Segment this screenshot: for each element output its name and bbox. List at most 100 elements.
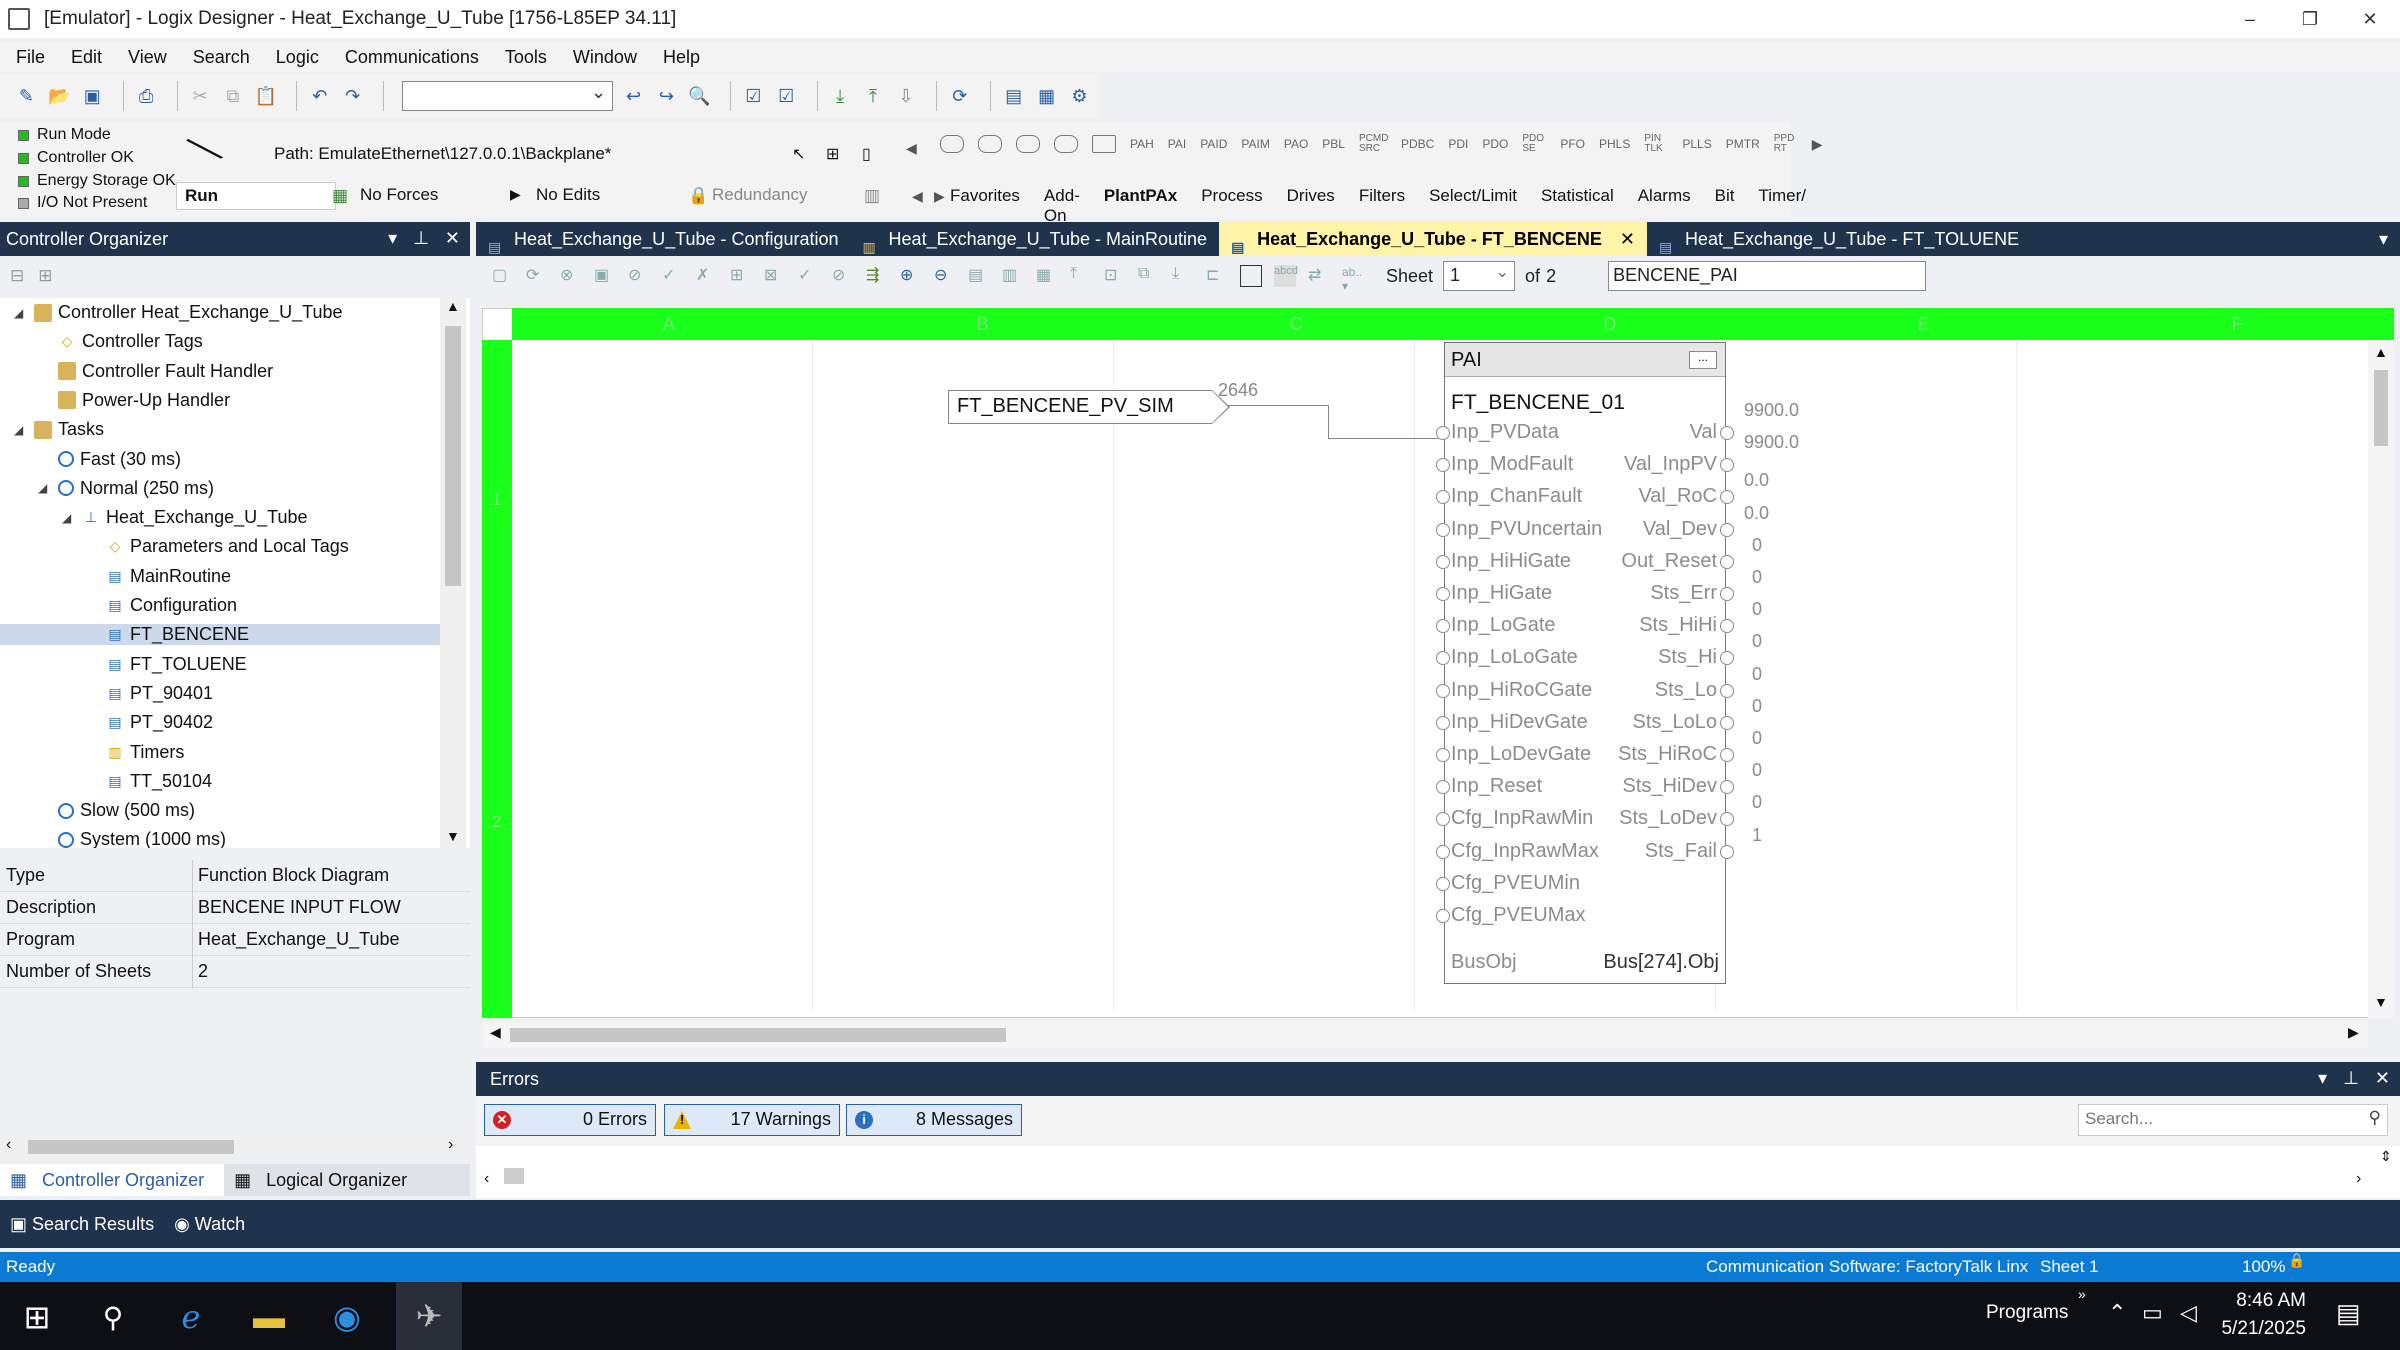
minimize-button[interactable]: – [2220, 0, 2280, 38]
tree-item[interactable]: ◇ Parameters and Local Tags [0, 536, 440, 557]
instr-pdo[interactable]: PDO [1482, 137, 1508, 151]
tree-item[interactable]: ▤ MainRoutine [0, 566, 440, 587]
fbd-tool-icon[interactable]: ⤓ [1172, 265, 1194, 287]
output-pin-label[interactable]: Sts_HiHi [1639, 614, 1717, 637]
tree-item[interactable]: Fast (30 ms) [0, 449, 440, 470]
output-pin-connector[interactable] [1720, 554, 1734, 569]
verify-routine-icon[interactable]: ☑ [741, 83, 766, 109]
search-icon[interactable]: ⚲ [2369, 1108, 2381, 1128]
dropdown-icon[interactable]: ▾ [388, 228, 397, 249]
fbd-tool-icon[interactable]: ▤ [968, 265, 990, 287]
download-icon[interactable]: ⤓ [828, 83, 853, 109]
collapse-icon[interactable]: ◢ [14, 306, 28, 320]
tab-drives[interactable]: Drives [1287, 186, 1335, 226]
errors-list[interactable]: ‹ › ⇕ [476, 1146, 2400, 1198]
menu-tools[interactable]: Tools [505, 47, 547, 68]
input-pin-label[interactable]: Inp_Reset [1451, 775, 1542, 798]
tree-item[interactable]: ▥ Timers [0, 742, 440, 763]
instr-pmtr[interactable]: PMTR [1726, 137, 1760, 151]
instr-pdi[interactable]: PDI [1448, 137, 1468, 151]
tree-item[interactable]: ▤ PT_90401 [0, 683, 440, 704]
editor-vertical-scrollbar[interactable]: ▲ ▼ [2368, 342, 2394, 1018]
network-icon[interactable]: ▭ [2142, 1300, 2163, 1326]
network-icon[interactable]: ⊞ [826, 144, 839, 164]
windows-start-icon[interactable]: ⊞ [12, 1292, 62, 1342]
errors-search-input[interactable]: Search... ⚲ [2078, 1104, 2388, 1136]
sheet-name-field[interactable]: BENCENE_PAI [1608, 261, 1927, 291]
tab-logical-organizer[interactable]: ▦ Logical Organizer [224, 1170, 427, 1191]
input-pin-connector[interactable] [1436, 876, 1450, 891]
fbd-tool-icon[interactable]: ⊡ [1104, 265, 1126, 287]
pin-icon[interactable]: ⊥ [2343, 1068, 2359, 1089]
input-pin-label[interactable]: Inp_HiHiGate [1451, 550, 1571, 573]
fbd-tool-icon[interactable]: ⊞ [730, 265, 752, 287]
input-pin-connector[interactable] [1436, 715, 1450, 730]
fbd-tool-icon[interactable]: ✗ [696, 265, 718, 287]
fbd-tool-icon[interactable]: ab.. ▾ [1342, 265, 1364, 293]
instr-plls[interactable]: PLLS [1682, 137, 1711, 151]
collapse-all-icon[interactable]: ⊟ [10, 266, 24, 286]
copy-icon[interactable]: ⧉ [221, 83, 246, 109]
tab-alarms[interactable]: Alarms [1638, 186, 1691, 226]
input-pin-connector[interactable] [1436, 683, 1450, 698]
find-prev-icon[interactable]: ↩ [621, 83, 646, 109]
scroll-thumb[interactable] [445, 326, 461, 586]
new-project-icon[interactable]: ✎ [14, 83, 39, 109]
controller-props-icon[interactable]: ▦ [1034, 83, 1059, 109]
instr-pai[interactable]: PAI [1168, 137, 1186, 151]
input-pin-connector[interactable] [1436, 426, 1450, 440]
input-pin-label[interactable]: Cfg_PVEUMax [1451, 904, 1586, 927]
tree-item[interactable]: ◢ ⊥ Heat_Exchange_U_Tube [0, 507, 440, 528]
menu-logic[interactable]: Logic [276, 47, 319, 68]
clock-date[interactable]: 5/21/2025 [2210, 1318, 2306, 1340]
tabs-right-icon[interactable]: ▶ [934, 188, 945, 205]
menu-edit[interactable]: Edit [71, 47, 102, 68]
fbd-tool-icon[interactable]: ⊏ [1206, 265, 1228, 287]
save-icon[interactable]: ▣ [80, 83, 105, 109]
tree-item[interactable]: ◢ Tasks [0, 419, 440, 440]
tabs-dropdown-icon[interactable]: ▾ [2379, 229, 2388, 250]
scroll-left-icon[interactable]: ◀ [490, 1024, 501, 1041]
output-pin-connector[interactable] [1720, 715, 1734, 730]
edits-field[interactable]: No Edits [528, 182, 708, 210]
dropdown-icon[interactable]: ▾ [2318, 1068, 2327, 1089]
output-pin-label[interactable]: Sts_LoDev [1619, 807, 1717, 830]
comm-path[interactable]: Path: EmulateEthernet\127.0.0.1\Backplan… [274, 144, 611, 164]
organizer-horizontal-scrollbar[interactable]: ‹ › [0, 1134, 470, 1160]
fbd-tool-icon[interactable]: ⤒ [1070, 265, 1092, 287]
output-pin-label[interactable]: Sts_Lo [1655, 679, 1717, 702]
instr-pah[interactable]: PAH [1130, 137, 1154, 151]
tab-timer[interactable]: Timer/ [1758, 186, 1806, 226]
output-pin-connector[interactable] [1720, 426, 1734, 440]
fbd-tool-icon[interactable]: ⊘ [628, 265, 650, 287]
search-results-pane[interactable]: ▣ Search Results [10, 1214, 154, 1235]
output-pin-connector[interactable] [1720, 522, 1734, 537]
tree-item[interactable]: Slow (500 ms) [0, 800, 440, 821]
output-pin-label[interactable]: Val_Dev [1643, 518, 1717, 541]
notifications-icon[interactable]: ▤ [2336, 1298, 2361, 1329]
menu-help[interactable]: Help [663, 47, 700, 68]
tree-item[interactable]: ◇ Controller Tags [0, 331, 440, 352]
chevron-icon[interactable]: » [2078, 1286, 2086, 1302]
edge-browser-icon[interactable]: ℯ [166, 1292, 216, 1342]
output-pin-connector[interactable] [1720, 587, 1734, 601]
messages-filter-button[interactable]: i 8 Messages [846, 1104, 1022, 1136]
instr-pdbc[interactable]: PDBC [1401, 137, 1434, 151]
output-pin-label[interactable]: Val [1690, 421, 1717, 444]
find-icon[interactable]: 🔍 [687, 83, 712, 109]
file-explorer-icon[interactable]: ▬ [244, 1292, 294, 1342]
controller-icon[interactable]: ▯ [862, 144, 871, 164]
scroll-right-icon[interactable]: › [448, 1136, 453, 1154]
sheet-select[interactable]: 1 [1443, 261, 1516, 291]
scroll-right-icon[interactable]: › [2356, 1170, 2361, 1188]
logix-designer-taskbar-icon[interactable]: ✈ [396, 1282, 462, 1350]
emulator-icon[interactable]: ◉ [322, 1292, 372, 1342]
input-pin-connector[interactable] [1436, 651, 1450, 666]
menu-window[interactable]: Window [573, 47, 637, 68]
scroll-down-icon[interactable]: ▼ [446, 828, 460, 844]
tree-item[interactable]: ▤ PT_90402 [0, 712, 440, 733]
errors-filter-button[interactable]: ✕ 0 Errors [484, 1104, 656, 1136]
fbd-tool-icon[interactable]: ▦ [1036, 265, 1058, 287]
instr-paid[interactable]: PAID [1200, 137, 1227, 151]
output-pin-label[interactable]: Sts_Err [1650, 582, 1717, 605]
